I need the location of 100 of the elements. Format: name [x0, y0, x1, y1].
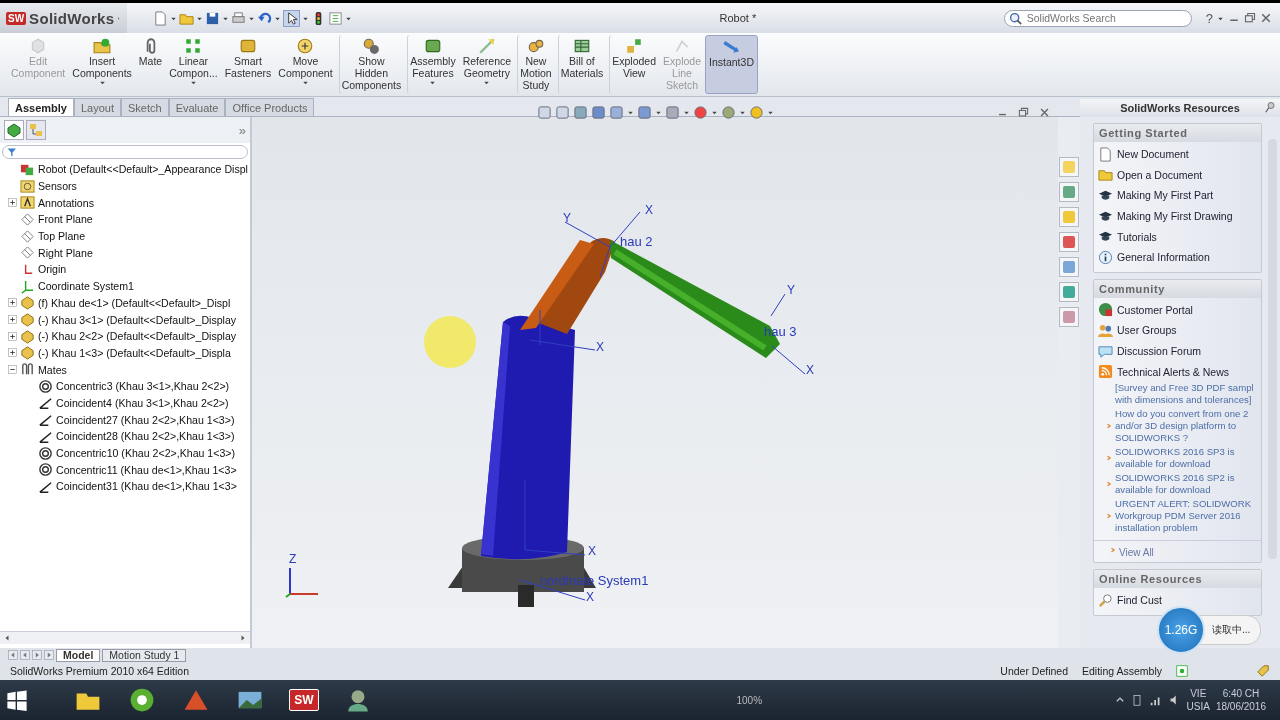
reference-icon: [477, 37, 496, 55]
tree-item[interactable]: Right Plane: [38, 246, 93, 259]
annotation-icon: [20, 195, 35, 211]
expand-toggle[interactable]: [8, 298, 17, 308]
resource-link[interactable]: Tutorials: [1094, 226, 1163, 247]
tree-item[interactable]: Concentric11 (Khau de<1>,Khau 1<3>: [56, 463, 237, 476]
news-link[interactable]: [Survey and Free 3D PDF sampl with dimensions and tolerances]: [1115, 381, 1254, 406]
restore-icon[interactable]: [1244, 12, 1256, 24]
ribbon-button[interactable]: Exploded View: [609, 35, 660, 94]
command-tab[interactable]: Assembly: [8, 98, 74, 116]
concentric-icon: [38, 462, 53, 478]
ribbon-button[interactable]: Insert Components: [69, 35, 135, 94]
ribbon-button[interactable]: Show Hidden Components: [338, 35, 405, 94]
bottom-tab[interactable]: Motion Study 1: [102, 648, 187, 662]
ribbon-button[interactable]: Assembly Features: [407, 35, 459, 94]
person-app-icon[interactable]: [345, 687, 371, 713]
view-all-link[interactable]: View All: [1119, 546, 1154, 558]
command-tab[interactable]: Layout: [74, 98, 121, 116]
tree-item[interactable]: Sensors: [38, 180, 77, 193]
tree-item[interactable]: Annotations: [38, 196, 94, 209]
right-arrow-icon[interactable]: [32, 650, 42, 660]
save-icon[interactable]: [205, 10, 220, 26]
tree-item[interactable]: Coincident28 (Khau 2<2>,Khau 1<3>): [56, 430, 235, 443]
restore-icon[interactable]: [1018, 107, 1029, 118]
scrollbar[interactable]: [0, 631, 250, 644]
clock-date[interactable]: 18/06/2016: [1215, 700, 1266, 713]
resource-link[interactable]: Technical Alerts & News: [1094, 361, 1236, 382]
expand-toggle[interactable]: [8, 315, 17, 325]
resource-link[interactable]: User Groups: [1094, 320, 1183, 341]
close-icon[interactable]: [1260, 12, 1272, 24]
collapse-button[interactable]: »: [238, 122, 246, 138]
battery-icon[interactable]: [1130, 694, 1143, 706]
resource-link[interactable]: Open a Document: [1094, 164, 1209, 186]
right-arrow-icon[interactable]: [44, 650, 54, 660]
language-indicator[interactable]: VIE: [1190, 687, 1207, 700]
axis-label: Y: [563, 211, 571, 225]
cursor-highlight: [424, 316, 476, 368]
expand-toggle[interactable]: [8, 365, 17, 375]
news-link[interactable]: SOLIDWORKS 2016 SP2 is available for download: [1115, 471, 1235, 496]
tree-item[interactable]: Coincident27 (Khau 2<2>,Khau 1<3>): [56, 413, 235, 426]
tree-item[interactable]: Mates: [38, 363, 67, 376]
clock-time[interactable]: 6:40 CH: [1222, 687, 1260, 700]
tree-item[interactable]: Coordinate System1: [38, 280, 134, 293]
concentric-icon: [38, 445, 53, 461]
tree-item[interactable]: (f) Khau de<1> (Default<<Default>_Displ: [38, 296, 231, 309]
tree-item[interactable]: (-) Khau 1<3> (Default<<Default>_Displa: [38, 346, 231, 359]
tree-item[interactable]: Coincident4 (Khau 3<1>,Khau 2<2>): [56, 396, 229, 409]
help-button[interactable]: ?: [1205, 10, 1213, 26]
search-field[interactable]: SolidWorks Search: [1003, 9, 1192, 27]
open-folder-icon: [1098, 167, 1113, 183]
expand-toggle[interactable]: [8, 331, 17, 341]
news-link[interactable]: URGENT ALERT: SOLIDWORK Workgroup PDM Server 2016 installation problem: [1115, 497, 1252, 534]
chevron-icon: [1110, 546, 1116, 553]
language-indicator[interactable]: USIA: [1186, 700, 1210, 713]
windows-icon[interactable]: [6, 689, 28, 711]
news-link[interactable]: How do you convert from one 2 and/or 3D design platform to SOLIDWORKS ?: [1115, 407, 1249, 444]
expand-toggle[interactable]: [8, 198, 17, 208]
ribbon-button[interactable]: Move Component: [275, 35, 336, 94]
feature-tree-tab-icon[interactable]: [6, 122, 22, 138]
tree-item[interactable]: Concentric10 (Khau 2<2>,Khau 1<3>): [56, 447, 236, 460]
news-link[interactable]: SOLIDWORKS 2016 SP3 is available for download: [1115, 445, 1235, 470]
ribbon-button[interactable]: Reference Geometry: [459, 35, 515, 94]
resource-link[interactable]: Making My First Drawing: [1094, 205, 1239, 227]
ribbon-button[interactable]: Linear Compon...: [166, 35, 221, 94]
ribbon-button[interactable]: Smart Fasteners: [221, 35, 275, 94]
bottom-tab[interactable]: Model: [56, 648, 101, 662]
tree-item[interactable]: (-) Khau 2<2> (Default<<Default>_Display: [38, 330, 237, 343]
command-tab[interactable]: Sketch: [121, 98, 169, 116]
tree-item[interactable]: Coincident31 (Khau de<1>,Khau 1<3>: [56, 480, 237, 493]
ribbon-button[interactable]: Mate: [135, 35, 166, 94]
speech-bubble-icon: [1098, 343, 1113, 359]
expand-toggle[interactable]: [8, 348, 17, 358]
resource-link[interactable]: Making My First Part: [1094, 185, 1220, 206]
tree-item[interactable]: (-) Khau 3<1> (Default<<Default>_Display: [38, 313, 237, 326]
ribbon-button[interactable]: Instant3D: [705, 35, 758, 94]
tree-item[interactable]: Concentric3 (Khau 3<1>,Khau 2<2>): [56, 380, 230, 393]
left-arrow-icon[interactable]: [8, 650, 18, 660]
help-icon[interactable]: [1176, 665, 1188, 677]
tree-item[interactable]: Front Plane: [38, 213, 93, 226]
resource-link[interactable]: New Document: [1094, 144, 1195, 165]
resource-link[interactable]: Discussion Forum: [1094, 340, 1208, 362]
chevron-icon: [1106, 512, 1112, 519]
tag-icon[interactable]: [1256, 664, 1270, 678]
ribbon-button[interactable]: New Motion Study: [517, 35, 555, 94]
undo-icon[interactable]: [257, 10, 272, 26]
printer-icon[interactable]: [231, 10, 246, 26]
left-arrow-icon[interactable]: [20, 650, 30, 660]
tree-item[interactable]: Robot (Default<<Default>_Appearance Displ: [38, 163, 248, 176]
tree-item[interactable]: Top Plane: [38, 230, 86, 243]
ribbon-button[interactable]: Bill of Materials: [557, 35, 607, 94]
command-tab[interactable]: Office Products: [225, 98, 315, 116]
command-tab[interactable]: Evaluate: [168, 98, 226, 116]
tree-item[interactable]: Origin: [38, 263, 67, 276]
ring-app-icon[interactable]: [129, 687, 155, 713]
close-icon[interactable]: [1039, 107, 1050, 118]
pin-icon[interactable]: [1265, 101, 1277, 113]
taskbar-app[interactable]: SW: [289, 689, 319, 711]
axis-label: hau 2: [620, 234, 653, 249]
resource-link[interactable]: General Information: [1094, 246, 1216, 268]
resource-link[interactable]: Customer Portal: [1094, 299, 1199, 321]
